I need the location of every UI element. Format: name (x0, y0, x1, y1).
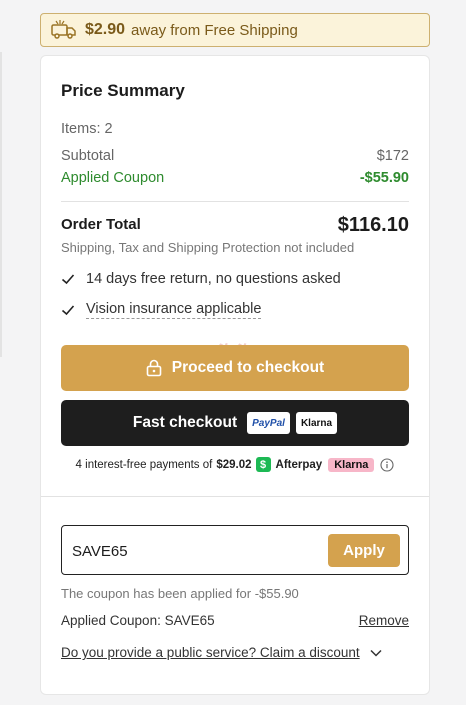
proceed-to-checkout-button[interactable]: Proceed to checkout (61, 345, 409, 391)
check-icon (61, 305, 75, 316)
applied-coupon-code: Applied Coupon: SAVE65 (61, 613, 215, 628)
installment-amount: $29.02 (216, 458, 252, 471)
shipping-remaining-amount: $2.90 (85, 21, 126, 38)
applied-coupon-info-row: Applied Coupon: SAVE65 Remove (61, 613, 409, 628)
proceed-to-checkout-label: Proceed to checkout (171, 359, 325, 376)
left-panel-edge (0, 52, 2, 357)
shipping-remaining-text: away from Free Shipping (131, 21, 298, 39)
cash-app-icon: $ (255, 457, 271, 472)
coupon-form: Apply (61, 525, 409, 575)
free-shipping-truck-icon (51, 20, 77, 40)
public-service-discount-link[interactable]: Do you provide a public service? Claim a… (61, 645, 382, 660)
price-summary-card: Price Summary Items: 2 Subtotal $172 App… (40, 55, 430, 695)
order-total-label: Order Total (61, 216, 141, 233)
items-count-row: Items: 2 (61, 121, 409, 137)
coupon-applied-message: The coupon has been applied for -$55.90 (61, 586, 299, 601)
subtotal-value: $172 (376, 148, 409, 164)
free-shipping-banner: $2.90 away from Free Shipping (40, 13, 430, 47)
remove-coupon-link[interactable]: Remove (359, 613, 409, 628)
order-total-note: Shipping, Tax and Shipping Protection no… (61, 240, 355, 255)
perk-vision-insurance[interactable]: Vision insurance applicable (61, 301, 262, 319)
lock-icon (146, 359, 162, 377)
chevron-down-icon[interactable] (370, 649, 382, 657)
check-icon (61, 274, 75, 285)
items-count: Items: 2 (61, 121, 113, 137)
applied-coupon-value: -$55.90 (359, 170, 409, 186)
applied-coupon-label: Applied Coupon (61, 170, 165, 186)
paypal-badge[interactable]: PayPal (247, 412, 290, 434)
installments-prefix: 4 interest-free payments of (75, 458, 213, 471)
fast-checkout-button[interactable]: Fast checkout PayPal Klarna (61, 400, 409, 446)
info-icon[interactable] (380, 457, 394, 472)
price-summary-title: Price Summary (61, 81, 185, 100)
perk-free-return-text: 14 days free return, no questions asked (86, 271, 341, 287)
installments-info: 4 interest-free payments of $29.02 $ Aft… (61, 457, 409, 472)
subtotal-row: Subtotal $172 (61, 148, 409, 164)
apply-coupon-button[interactable]: Apply (328, 534, 400, 567)
coupon-section-divider (41, 496, 429, 497)
klarna-label: Klarna (328, 457, 375, 472)
coupon-code-input[interactable] (72, 538, 312, 564)
summary-divider (61, 201, 409, 202)
afterpay-label: Afterpay (275, 458, 323, 471)
perk-free-return: 14 days free return, no questions asked (61, 271, 341, 287)
public-service-discount-text[interactable]: Do you provide a public service? Claim a… (61, 645, 360, 660)
klarna-badge[interactable]: Klarna (295, 412, 338, 434)
fast-checkout-label: Fast checkout (132, 414, 238, 431)
applied-coupon-row: Applied Coupon -$55.90 (61, 170, 409, 186)
subtotal-label: Subtotal (61, 148, 115, 164)
perk-vision-insurance-text[interactable]: Vision insurance applicable (86, 301, 262, 319)
order-total-value: $116.10 (337, 214, 409, 236)
